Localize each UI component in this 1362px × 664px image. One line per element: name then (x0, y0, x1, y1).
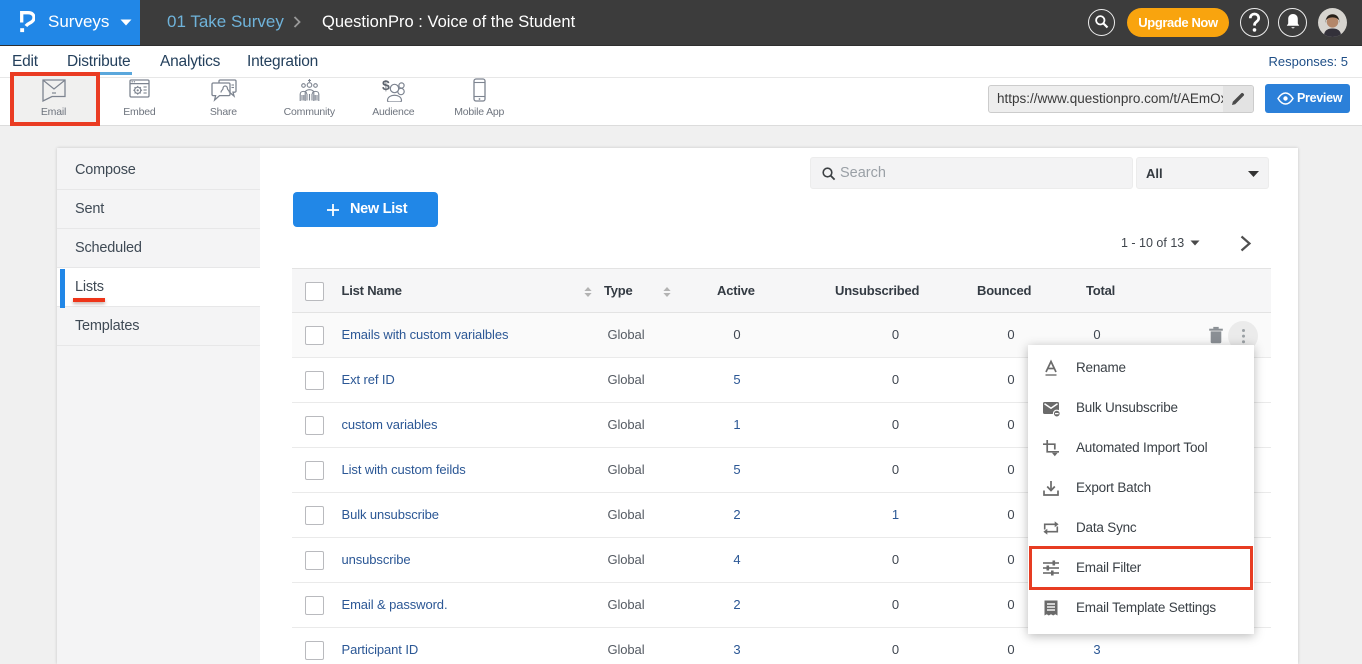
svg-text:$: $ (382, 78, 390, 93)
